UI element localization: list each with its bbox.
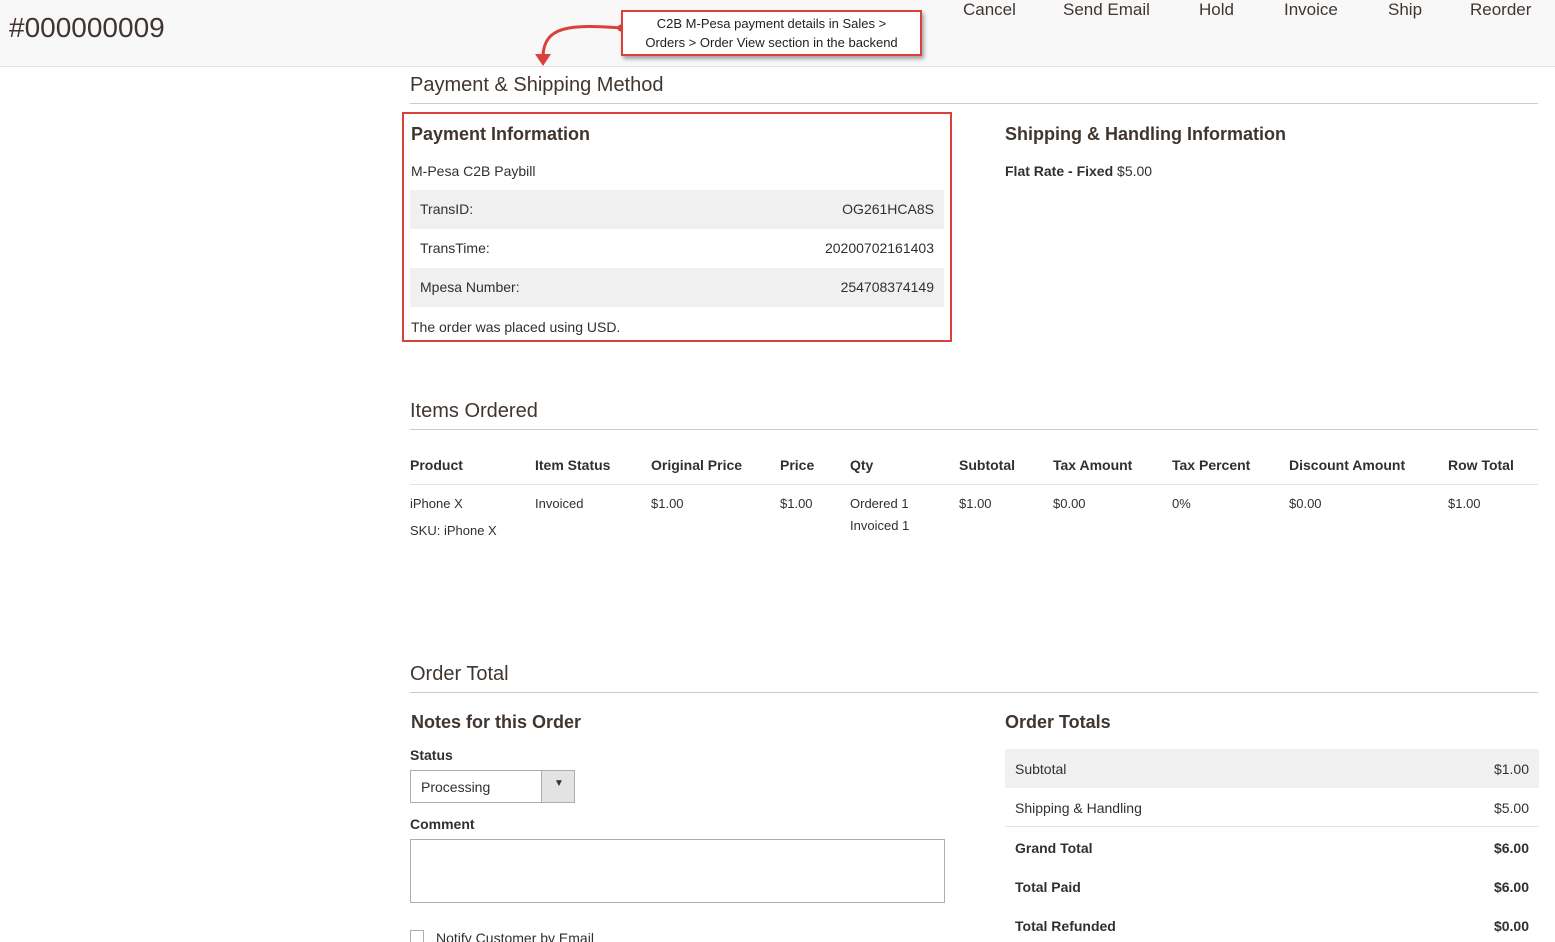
row-total: $1.00 — [1448, 496, 1481, 511]
qty-ordered-label: Ordered — [850, 496, 898, 511]
status-select-value: Processing — [421, 779, 491, 795]
table-header-divider — [410, 484, 1538, 485]
order-number-title: #000000009 — [9, 12, 165, 43]
qty-invoiced: Invoiced 1 — [850, 518, 909, 533]
totals-row-value: $0.00 — [1493, 918, 1529, 934]
column-header-discount-amount: Discount Amount — [1289, 457, 1406, 473]
callout-arrow-icon — [535, 24, 625, 66]
payment-row-mpesa-number: Mpesa Number: 254708374149 — [410, 268, 944, 307]
tax-percent: 0% — [1172, 496, 1191, 511]
caret-down-icon: ▼ — [554, 778, 564, 789]
payment-shipping-section-title: Payment & Shipping Method — [410, 74, 664, 96]
ship-button[interactable]: Ship — [1388, 0, 1422, 20]
section-divider — [410, 429, 1538, 430]
notify-customer-checkbox[interactable] — [410, 930, 424, 942]
subtotal: $1.00 — [959, 496, 992, 511]
product-sku: SKU: iPhone X — [410, 523, 497, 538]
column-header-product: Product — [410, 457, 463, 473]
totals-row-grand-total: Grand Total $6.00 — [1005, 828, 1539, 867]
notify-customer-label: Notify Customer by Email — [436, 930, 594, 942]
totals-row-label: Shipping & Handling — [1015, 800, 1142, 816]
shipping-method: Flat Rate - Fixed $5.00 — [1005, 163, 1152, 179]
send-email-button[interactable]: Send Email — [1063, 0, 1150, 20]
order-total-section-title: Order Total — [410, 663, 509, 685]
payment-row-value: 20200702161403 — [824, 240, 934, 256]
totals-row-label: Grand Total — [1015, 840, 1093, 856]
totals-row-value: $6.00 — [1493, 840, 1529, 856]
totals-row-shipping: Shipping & Handling $5.00 — [1005, 788, 1539, 827]
payment-row-value: 254708374149 — [840, 279, 934, 295]
comment-textarea[interactable] — [410, 839, 945, 903]
column-header-item-status: Item Status — [535, 457, 611, 473]
totals-row-value: $5.00 — [1493, 800, 1529, 816]
annotation-line-2: Orders > Order View section in the backe… — [645, 35, 898, 50]
column-header-tax-amount: Tax Amount — [1053, 457, 1133, 473]
discount-amount: $0.00 — [1289, 496, 1322, 511]
column-header-original-price: Original Price — [651, 457, 743, 473]
qty-ordered: Ordered 1 — [850, 496, 909, 511]
annotation-line-1: C2B M-Pesa payment details in Sales > — [656, 16, 887, 31]
hold-button[interactable]: Hold — [1199, 0, 1234, 20]
column-header-price: Price — [780, 457, 815, 473]
section-divider — [410, 692, 1538, 693]
shipping-method-label: Flat Rate - Fixed — [1005, 163, 1114, 179]
currency-note: The order was placed using USD. — [411, 319, 621, 335]
payment-row-label: TransTime: — [420, 240, 490, 256]
qty-ordered-value: 1 — [901, 496, 909, 511]
product-name: iPhone X — [410, 496, 463, 511]
status-select[interactable]: Processing ▼ — [410, 770, 575, 803]
totals-row-subtotal: Subtotal $1.00 — [1005, 749, 1539, 788]
qty-invoiced-value: 1 — [902, 518, 910, 533]
payment-info-title: Payment Information — [411, 124, 591, 144]
status-select-toggle[interactable]: ▼ — [541, 771, 574, 802]
status-label: Status — [410, 747, 453, 763]
comment-label: Comment — [410, 816, 475, 832]
original-price: $1.00 — [651, 496, 684, 511]
payment-method-name: M-Pesa C2B Paybill — [411, 163, 536, 179]
notes-title: Notes for this Order — [411, 712, 582, 732]
column-header-qty: Qty — [850, 457, 874, 473]
shipping-info-title: Shipping & Handling Information — [1005, 124, 1286, 144]
totals-row-label: Total Paid — [1015, 879, 1081, 895]
reorder-button[interactable]: Reorder — [1470, 0, 1531, 20]
payment-row-label: TransID: — [420, 201, 474, 217]
totals-row-label: Subtotal — [1015, 761, 1067, 777]
price: $1.00 — [780, 496, 813, 511]
totals-row-total-paid: Total Paid $6.00 — [1005, 867, 1539, 906]
shipping-method-price: $5.00 — [1117, 163, 1153, 179]
items-ordered-section-title: Items Ordered — [410, 400, 538, 422]
annotation-callout: C2B M-Pesa payment details in Sales > Or… — [621, 10, 922, 56]
payment-row-value: OG261HCA8S — [842, 201, 934, 217]
column-header-tax-percent: Tax Percent — [1172, 457, 1251, 473]
qty-invoiced-label: Invoiced — [850, 518, 899, 533]
column-header-row-total: Row Total — [1448, 457, 1514, 473]
tax-amount: $0.00 — [1053, 496, 1086, 511]
cancel-button[interactable]: Cancel — [963, 0, 1016, 20]
totals-row-value: $1.00 — [1493, 761, 1529, 777]
totals-row-total-refunded: Total Refunded $0.00 — [1005, 906, 1539, 942]
order-totals-title: Order Totals — [1005, 712, 1111, 732]
totals-row-label: Total Refunded — [1015, 918, 1116, 934]
invoice-button[interactable]: Invoice — [1284, 0, 1338, 20]
item-status: Invoiced — [535, 496, 584, 511]
payment-row-transid: TransID: OG261HCA8S — [410, 190, 944, 229]
totals-row-value: $6.00 — [1493, 879, 1529, 895]
payment-row-label: Mpesa Number: — [420, 279, 520, 295]
section-divider — [410, 103, 1538, 104]
column-header-subtotal: Subtotal — [959, 457, 1015, 473]
payment-row-transtime: TransTime: 20200702161403 — [410, 229, 944, 268]
